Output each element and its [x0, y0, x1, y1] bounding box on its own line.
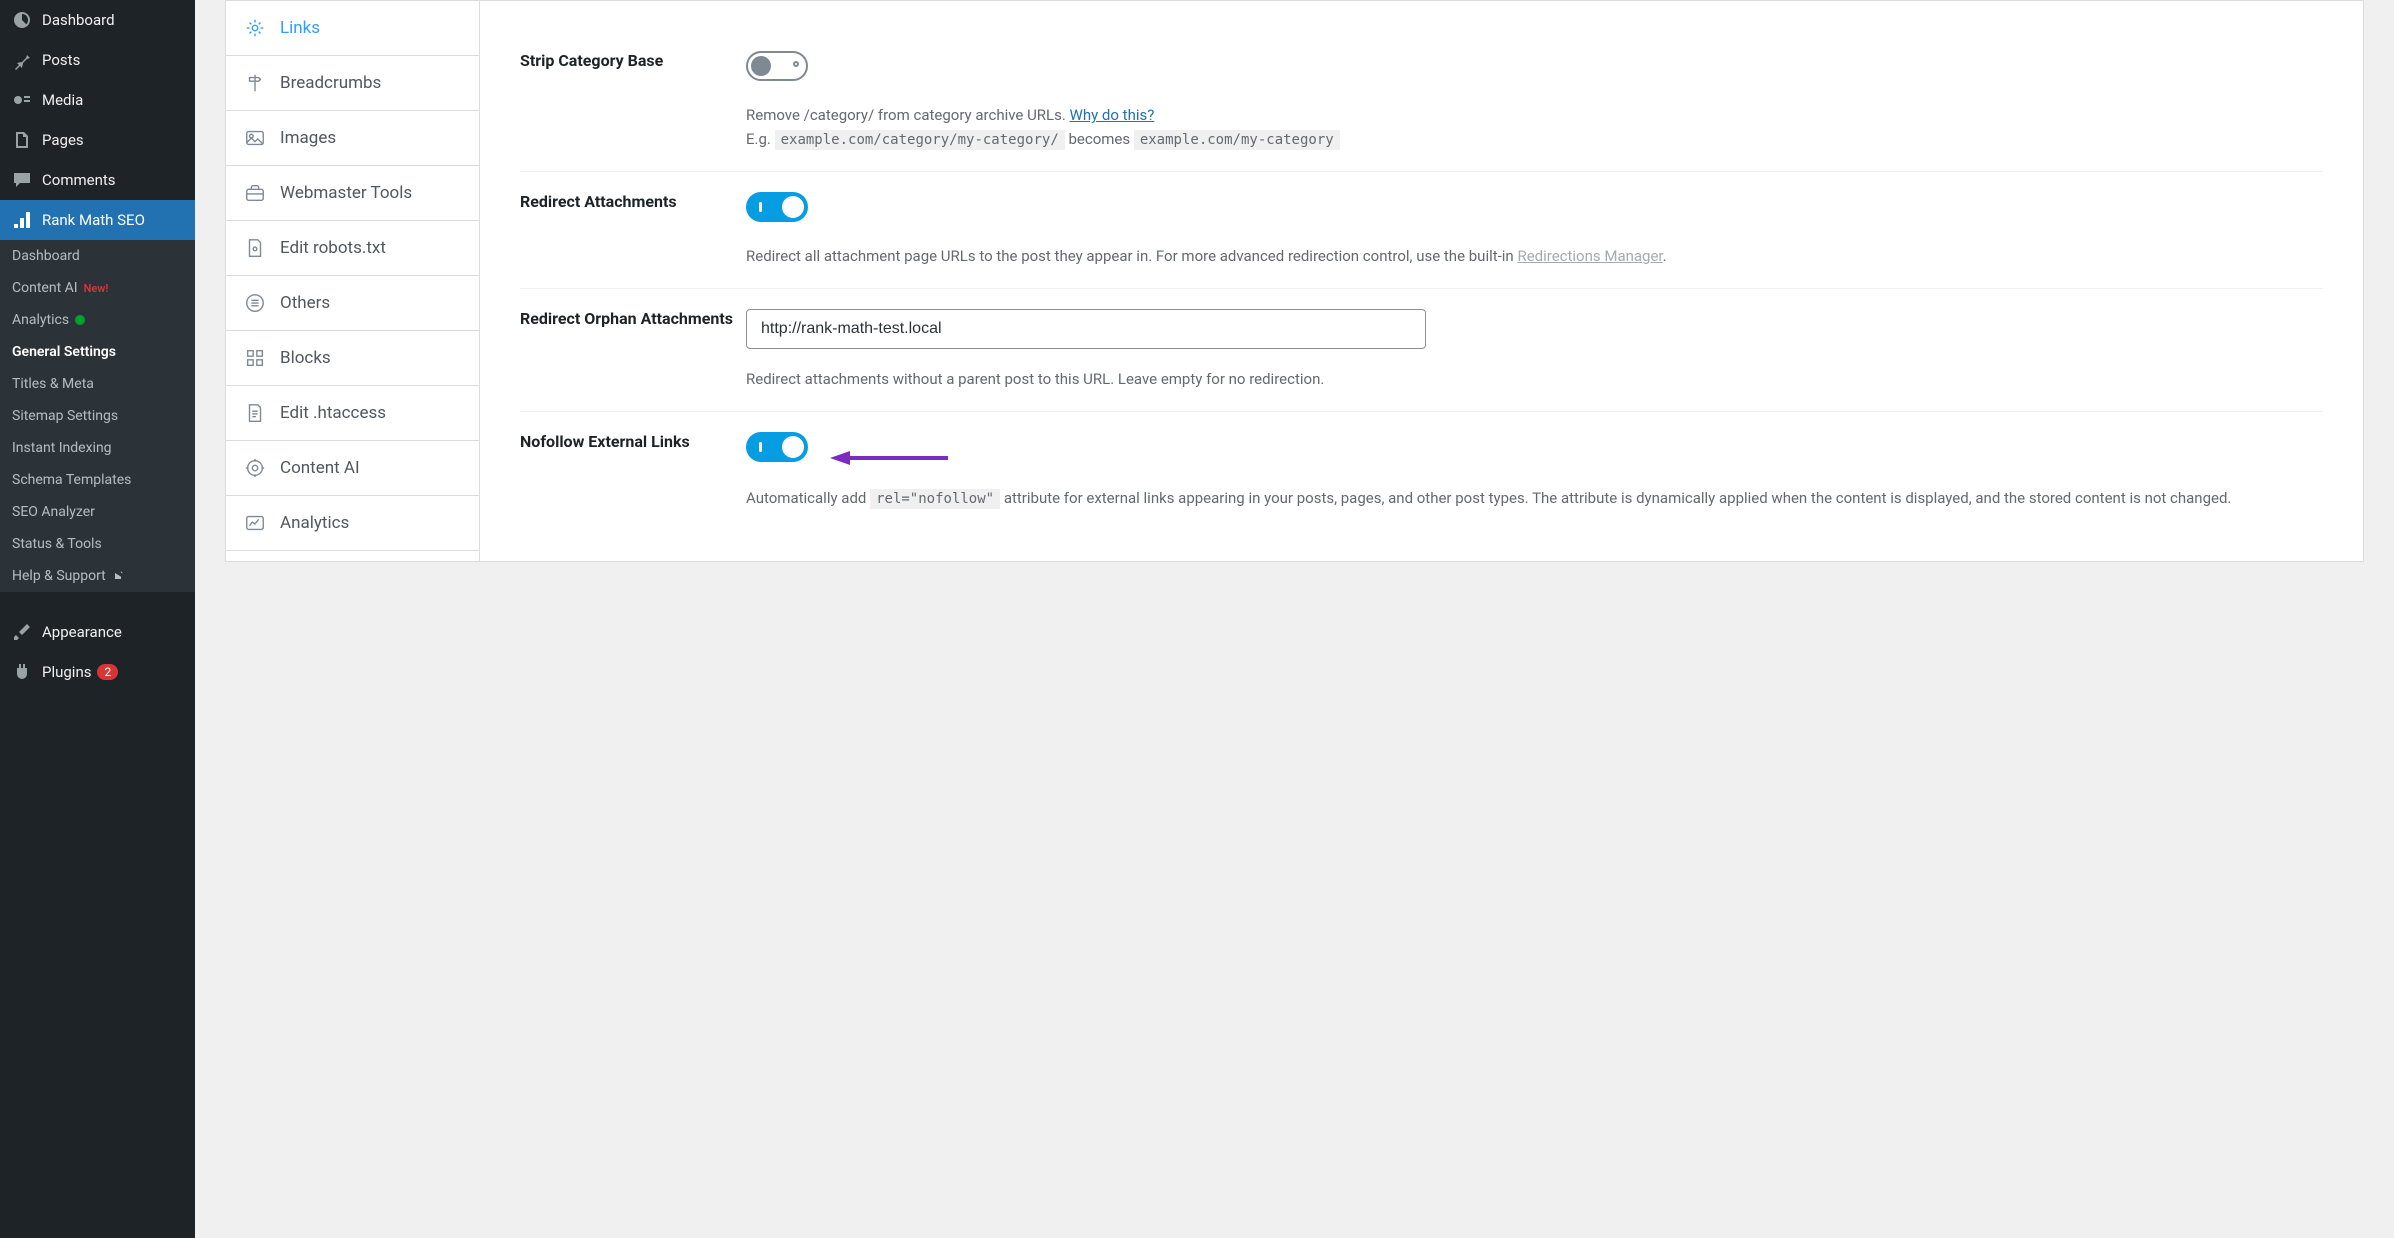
setting-label: Strip Category Base [520, 51, 746, 151]
setting-description: Automatically add rel="nofollow" attribu… [746, 486, 2323, 510]
tab-analytics[interactable]: Analytics [226, 496, 479, 551]
sidebar-item-label: Media [42, 91, 83, 109]
sidebar-item-posts[interactable]: Posts [0, 40, 195, 80]
toggle-strip-category[interactable] [746, 51, 808, 81]
new-badge: New! [84, 282, 109, 295]
tab-images[interactable]: Images [226, 111, 479, 166]
sidebar-item-rank-math[interactable]: Rank Math SEO [0, 200, 195, 240]
tab-label: Others [280, 293, 330, 313]
blocks-icon [244, 347, 266, 369]
tab-htaccess[interactable]: Edit .htaccess [226, 386, 479, 441]
toggle-redirect-attachments[interactable] [746, 192, 808, 222]
tab-breadcrumbs[interactable]: Breadcrumbs [226, 56, 479, 111]
sidebar-item-comments[interactable]: Comments [0, 160, 195, 200]
redirections-manager-link[interactable]: Redirections Manager [1517, 247, 1662, 265]
orphan-url-input[interactable] [746, 309, 1426, 349]
chart-icon [244, 512, 266, 534]
tab-blocks[interactable]: Blocks [226, 331, 479, 386]
code-example: example.com/category/my-category/ [775, 130, 1065, 150]
tab-label: Images [280, 128, 336, 148]
dashboard-icon [12, 10, 32, 30]
tab-label: Links [280, 18, 320, 38]
submenu-schema-templates[interactable]: Schema Templates [0, 464, 195, 496]
sidebar-item-label: Dashboard [42, 11, 115, 29]
sidebar-item-label: Plugins [42, 663, 91, 681]
setting-description: Redirect attachments without a parent po… [746, 367, 2323, 391]
list-icon [244, 292, 266, 314]
code-example: example.com/my-category [1134, 130, 1340, 150]
setting-label: Redirect Attachments [520, 192, 746, 268]
tab-links[interactable]: Links [226, 1, 479, 56]
tab-content-ai[interactable]: Content AI [226, 441, 479, 496]
pages-icon [12, 130, 32, 150]
tab-label: Blocks [280, 348, 331, 368]
setting-redirect-attachments: Redirect Attachments Redirect all attach… [520, 172, 2323, 289]
sidebar-submenu: Dashboard Content AINew! Analytics Gener… [0, 240, 195, 592]
tab-label: Analytics [280, 513, 349, 533]
settings-tabs: Links Breadcrumbs Images Webmaster Tools… [226, 1, 480, 561]
toolbox-icon [244, 182, 266, 204]
wp-admin-sidebar: Dashboard Posts Media Pages Comments Ran… [0, 0, 195, 1238]
submenu-help-support[interactable]: Help & Support [0, 560, 195, 592]
status-dot-icon [75, 315, 85, 325]
comments-icon [12, 170, 32, 190]
plugin-count-badge: 2 [97, 664, 118, 680]
sidebar-item-appearance[interactable]: Appearance [0, 612, 195, 652]
setting-redirect-orphan: Redirect Orphan Attachments Redirect att… [520, 289, 2323, 412]
submenu-seo-analyzer[interactable]: SEO Analyzer [0, 496, 195, 528]
submenu-titles-meta[interactable]: Titles & Meta [0, 368, 195, 400]
why-link[interactable]: Why do this? [1070, 106, 1155, 124]
external-link-icon [112, 570, 124, 582]
submenu-sitemap[interactable]: Sitemap Settings [0, 400, 195, 432]
setting-label: Redirect Orphan Attachments [520, 309, 746, 391]
settings-panel: Links Breadcrumbs Images Webmaster Tools… [225, 0, 2364, 562]
tab-label: Content AI [280, 458, 360, 478]
images-icon [244, 127, 266, 149]
tab-label: Edit .htaccess [280, 403, 386, 423]
setting-label: Nofollow External Links [520, 432, 746, 510]
plug-icon [12, 662, 32, 682]
sidebar-item-plugins[interactable]: Plugins 2 [0, 652, 195, 692]
toggle-nofollow[interactable] [746, 432, 808, 462]
sidebar-item-label: Pages [42, 131, 84, 149]
submenu-status-tools[interactable]: Status & Tools [0, 528, 195, 560]
setting-description: Redirect all attachment page URLs to the… [746, 244, 2323, 268]
sidebar-item-dashboard[interactable]: Dashboard [0, 0, 195, 40]
submenu-content-ai[interactable]: Content AINew! [0, 272, 195, 304]
tab-label: Edit robots.txt [280, 238, 386, 258]
submenu-analytics[interactable]: Analytics [0, 304, 195, 336]
tab-webmaster-tools[interactable]: Webmaster Tools [226, 166, 479, 221]
submenu-dashboard[interactable]: Dashboard [0, 240, 195, 272]
tab-label: Breadcrumbs [280, 73, 381, 93]
setting-description: Remove /category/ from category archive … [746, 103, 2323, 151]
pin-icon [12, 50, 32, 70]
setting-strip-category: Strip Category Base Remove /category/ fr… [520, 31, 2323, 172]
sidebar-item-label: Rank Math SEO [42, 211, 145, 229]
sidebar-item-label: Comments [42, 171, 116, 189]
settings-content: Strip Category Base Remove /category/ fr… [480, 1, 2363, 561]
tab-label: Webmaster Tools [280, 183, 412, 203]
links-icon [244, 17, 266, 39]
tab-robots[interactable]: Edit robots.txt [226, 221, 479, 276]
sidebar-item-media[interactable]: Media [0, 80, 195, 120]
code-example: rel="nofollow" [870, 489, 1000, 509]
media-icon [12, 90, 32, 110]
sidebar-item-label: Posts [42, 51, 80, 69]
rank-math-icon [12, 210, 32, 230]
brush-icon [12, 622, 32, 642]
arrow-annotation-icon [830, 448, 950, 468]
setting-nofollow-external: Nofollow External Links Automatically ad… [520, 412, 2323, 530]
tab-others[interactable]: Others [226, 276, 479, 331]
target-icon [244, 457, 266, 479]
sidebar-item-pages[interactable]: Pages [0, 120, 195, 160]
submenu-general-settings[interactable]: General Settings [0, 336, 195, 368]
submenu-instant-indexing[interactable]: Instant Indexing [0, 432, 195, 464]
file-icon [244, 237, 266, 259]
signpost-icon [244, 72, 266, 94]
sidebar-item-label: Appearance [42, 623, 122, 641]
file-text-icon [244, 402, 266, 424]
main-content: Links Breadcrumbs Images Webmaster Tools… [195, 0, 2394, 1238]
